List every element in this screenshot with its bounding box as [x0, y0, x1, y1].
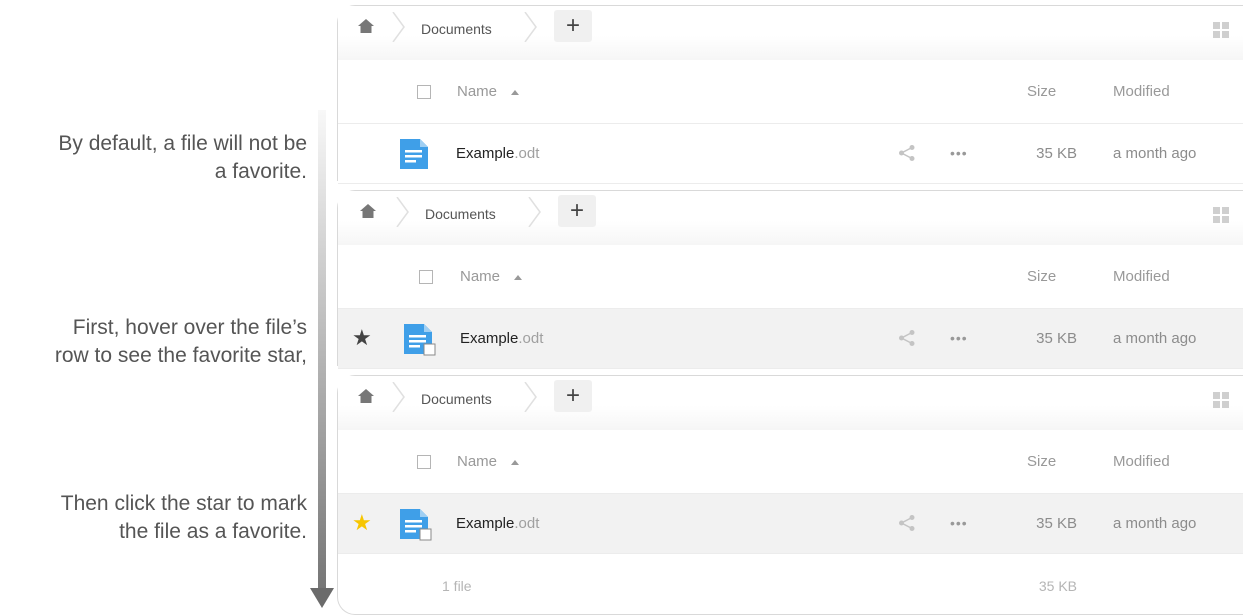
home-icon[interactable] — [358, 388, 374, 404]
star-icon[interactable]: ★ — [352, 510, 372, 536]
file-list-header: Name Size Modified — [338, 430, 1243, 494]
file-row-hovered[interactable]: ★ Example.odt ••• 35 KB a month ago — [338, 309, 1243, 369]
column-modified[interactable]: Modified — [1113, 83, 1170, 100]
share-icon[interactable] — [898, 144, 916, 162]
column-name[interactable]: Name — [457, 83, 497, 100]
file-row-favorite[interactable]: ★ Example.odt ••• 35 KB a month ago — [338, 494, 1243, 554]
breadcrumb-bar: Documents + — [338, 191, 1243, 245]
files-panel-hover: Documents + Name Size Modified ★ Example… — [337, 190, 1243, 369]
select-all-checkbox[interactable] — [419, 270, 433, 284]
document-icon — [400, 509, 432, 541]
caption-line: the file as a favorite. — [119, 520, 307, 543]
home-icon[interactable] — [360, 203, 376, 219]
select-all-checkbox[interactable] — [417, 85, 431, 99]
file-row[interactable]: Example.odt ••• 35 KB a month ago — [338, 124, 1243, 184]
tutorial-figure: By default, a file will not be a favorit… — [0, 0, 1243, 615]
sort-ascending-icon — [511, 90, 519, 95]
column-size[interactable]: Size — [1027, 453, 1056, 470]
caption-line: First, hover over the file’s — [72, 316, 307, 339]
grid-view-icon[interactable] — [1213, 207, 1229, 223]
sort-ascending-icon — [514, 275, 522, 280]
caption-default: By default, a file will not be a favorit… — [0, 130, 307, 186]
more-icon[interactable]: ••• — [950, 145, 968, 161]
caption-line: a favorite. — [214, 160, 307, 183]
share-icon[interactable] — [898, 329, 916, 347]
caption-line: By default, a file will not be — [58, 132, 307, 155]
file-modified: a month ago — [1113, 145, 1197, 162]
new-file-button[interactable]: + — [554, 380, 592, 412]
caption-line: Then click the star to mark — [60, 492, 307, 515]
file-count: 1 file — [442, 578, 472, 594]
new-file-button[interactable]: + — [558, 195, 596, 227]
grid-view-icon[interactable] — [1213, 392, 1229, 408]
column-name[interactable]: Name — [457, 453, 497, 470]
sort-ascending-icon — [511, 460, 519, 465]
column-modified[interactable]: Modified — [1113, 453, 1170, 470]
column-size[interactable]: Size — [1027, 83, 1056, 100]
progress-arrow-shaft — [318, 110, 326, 592]
file-list-header: Name Size Modified — [338, 60, 1243, 124]
files-panel-default: Documents + Name Size Modified Example.o… — [337, 5, 1243, 184]
file-name[interactable]: Example.odt — [460, 330, 543, 347]
breadcrumb-documents[interactable]: Documents — [421, 21, 492, 37]
caption-hover: First, hover over the file’s row to see … — [0, 314, 307, 370]
file-size: 35 KB — [1036, 145, 1077, 162]
home-icon[interactable] — [358, 18, 374, 34]
select-all-checkbox[interactable] — [417, 455, 431, 469]
caption-click: Then click the star to mark the file as … — [0, 490, 307, 546]
file-name[interactable]: Example.odt — [456, 515, 539, 532]
file-modified: a month ago — [1113, 330, 1197, 347]
share-icon[interactable] — [898, 514, 916, 532]
grid-view-icon[interactable] — [1213, 22, 1229, 38]
star-icon[interactable]: ★ — [352, 325, 372, 351]
column-size[interactable]: Size — [1027, 268, 1056, 285]
more-icon[interactable]: ••• — [950, 515, 968, 531]
file-name[interactable]: Example.odt — [456, 145, 539, 162]
breadcrumb-documents[interactable]: Documents — [425, 206, 496, 222]
total-size: 35 KB — [1038, 578, 1077, 594]
column-name[interactable]: Name — [460, 268, 500, 285]
breadcrumb-bar: Documents + — [338, 376, 1243, 430]
more-icon[interactable]: ••• — [950, 330, 968, 346]
breadcrumb-bar: Documents + — [338, 6, 1243, 60]
breadcrumb-documents[interactable]: Documents — [421, 391, 492, 407]
files-panel-favorite: Documents + Name Size Modified ★ Example… — [337, 375, 1243, 615]
caption-line: row to see the favorite star, — [54, 344, 307, 367]
file-list-summary: 1 file 35 KB — [338, 554, 1243, 615]
file-size: 35 KB — [1036, 515, 1077, 532]
progress-arrow-head — [310, 588, 334, 608]
file-list-header: Name Size Modified — [338, 245, 1243, 309]
document-icon — [404, 324, 436, 356]
file-size: 35 KB — [1036, 330, 1077, 347]
new-file-button[interactable]: + — [554, 10, 592, 42]
file-modified: a month ago — [1113, 515, 1197, 532]
column-modified[interactable]: Modified — [1113, 268, 1170, 285]
document-icon — [400, 139, 428, 169]
